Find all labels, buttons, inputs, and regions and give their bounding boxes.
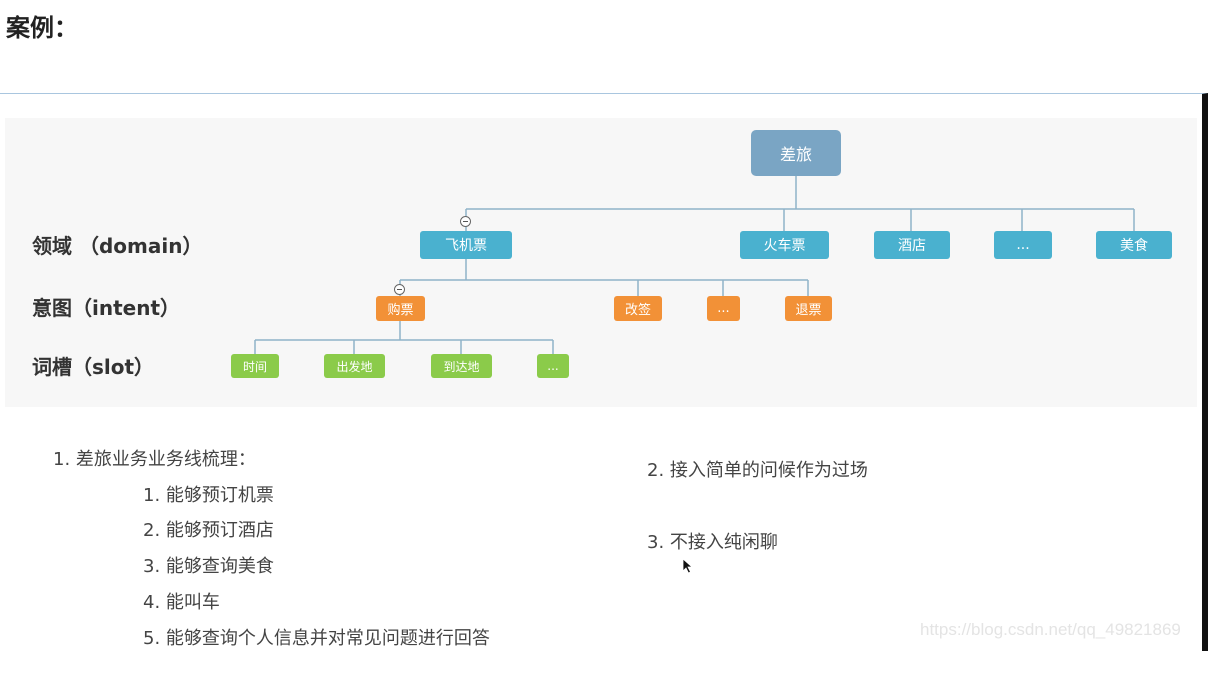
slot-node: 出发地 (324, 354, 385, 378)
domain-node: 酒店 (874, 231, 950, 259)
intent-node: 购票 (376, 296, 425, 321)
domain-node: 飞机票 (420, 231, 512, 259)
notes-right-item: 2. 接入简单的问候作为过场 (647, 460, 868, 481)
notes-right-item: 3. 不接入纯闲聊 (647, 532, 778, 553)
notes-sub-item: 2. 能够预订酒店 (143, 520, 274, 541)
domain-node: 美食 (1096, 231, 1172, 259)
notes-heading: 1. 差旅业务业务线梳理： (53, 449, 256, 470)
row-label-intent: 意图（intent） (32, 296, 181, 320)
domain-node: 火车票 (740, 231, 829, 259)
row-label-slot: 词槽（slot） (32, 355, 155, 379)
domain-node: ... (994, 231, 1052, 259)
row-label-domain: 领域 （domain） (32, 234, 203, 258)
notes-sub-item: 4. 能叫车 (143, 592, 220, 613)
intent-node: 退票 (785, 296, 832, 321)
intent-node: 改签 (614, 296, 662, 321)
notes-sub-item: 1. 能够预订机票 (143, 485, 274, 506)
collapse-toggle-icon[interactable] (460, 216, 471, 227)
notes-sub-item: 5. 能够查询个人信息并对常见问题进行回答 (143, 628, 490, 649)
mouse-cursor-icon (682, 558, 694, 574)
collapse-toggle-icon[interactable] (394, 284, 405, 295)
notes-sub-item: 3. 能够查询美食 (143, 556, 274, 577)
slot-node: 时间 (231, 354, 279, 378)
intent-node: ... (707, 296, 740, 321)
slot-node: ... (537, 354, 569, 378)
slot-node: 到达地 (431, 354, 492, 378)
tree-root-node: 差旅 (751, 130, 841, 176)
watermark: https://blog.csdn.net/qq_49821869 (920, 620, 1181, 639)
